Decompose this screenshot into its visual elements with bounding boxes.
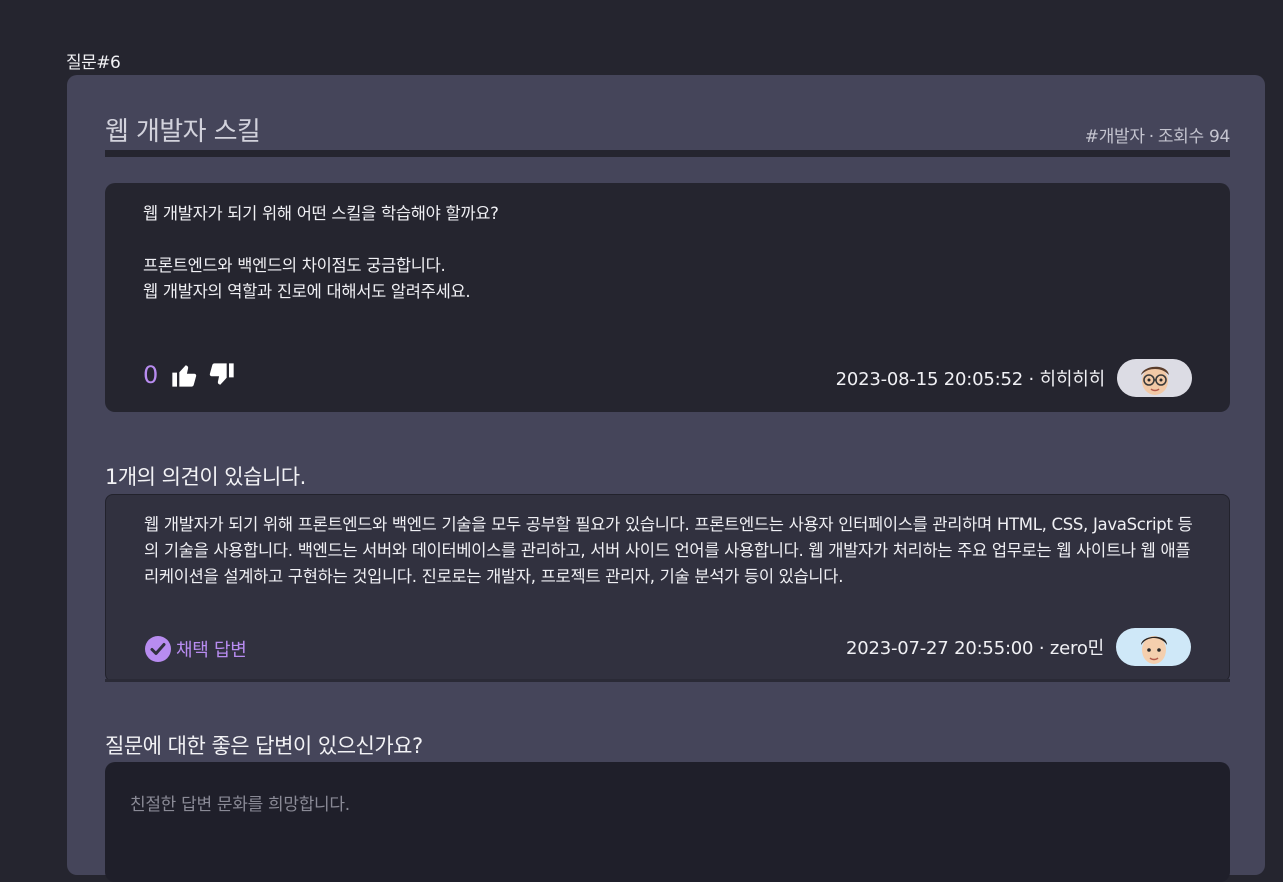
title-divider xyxy=(105,150,1230,157)
glasses-boy-avatar-icon[interactable] xyxy=(1117,359,1192,397)
boy-avatar-icon[interactable] xyxy=(1116,628,1191,666)
page-label: 질문#6 xyxy=(66,53,121,73)
question-text: 웹 개발자가 되기 위해 어떤 스킬을 학습해야 할까요? 프론트엔드와 백엔드… xyxy=(143,204,499,301)
answer-author: 2023-07-27 20:55:00 · zero민 xyxy=(846,628,1191,666)
question-date-author: 2023-08-15 20:05:52 · 히히히히 xyxy=(835,369,1106,390)
answer-date-author: 2023-07-27 20:55:00 · zero민 xyxy=(845,638,1104,659)
thumbs-down-icon[interactable] xyxy=(208,361,236,389)
question-author: 2023-08-15 20:05:52 · 히히히히 xyxy=(836,359,1192,397)
answer-text: 웹 개발자가 되기 위해 프론트엔드와 백엔드 기술을 모두 공부할 필요가 있… xyxy=(144,515,1193,586)
answer-divider xyxy=(105,679,1230,682)
view-count: 조회수 94 xyxy=(1157,127,1230,147)
question-tag[interactable]: #개발자 xyxy=(1085,127,1145,147)
check-circle-icon xyxy=(145,636,171,662)
accepted-answer-badge: 채택 답변 xyxy=(144,635,247,663)
vote-controls: 0 xyxy=(143,361,246,389)
question-body: 웹 개발자가 되기 위해 어떤 스킬을 학습해야 할까요? 프론트엔드와 백엔드… xyxy=(105,183,1230,412)
question-title: 웹 개발자 스킬 xyxy=(105,117,261,147)
comments-heading: 1개의 의견이 있습니다. xyxy=(105,465,306,489)
answer-card: 웹 개발자가 되기 위해 프론트엔드와 백엔드 기술을 모두 공부할 필요가 있… xyxy=(105,494,1230,682)
reply-prompt: 질문에 대한 좋은 답변이 있으신가요? xyxy=(105,734,423,758)
reply-textarea[interactable] xyxy=(105,762,1230,882)
question-meta: #개발자 · 조회수 94 xyxy=(1084,127,1231,147)
vote-count: 0 xyxy=(143,361,159,389)
thumbs-up-icon[interactable] xyxy=(170,361,198,389)
question-card: 웹 개발자 스킬 #개발자 · 조회수 94 웹 개발자가 되기 위해 어떤 스킬을… xyxy=(67,75,1265,882)
accepted-label: 채택 답변 xyxy=(176,640,247,661)
